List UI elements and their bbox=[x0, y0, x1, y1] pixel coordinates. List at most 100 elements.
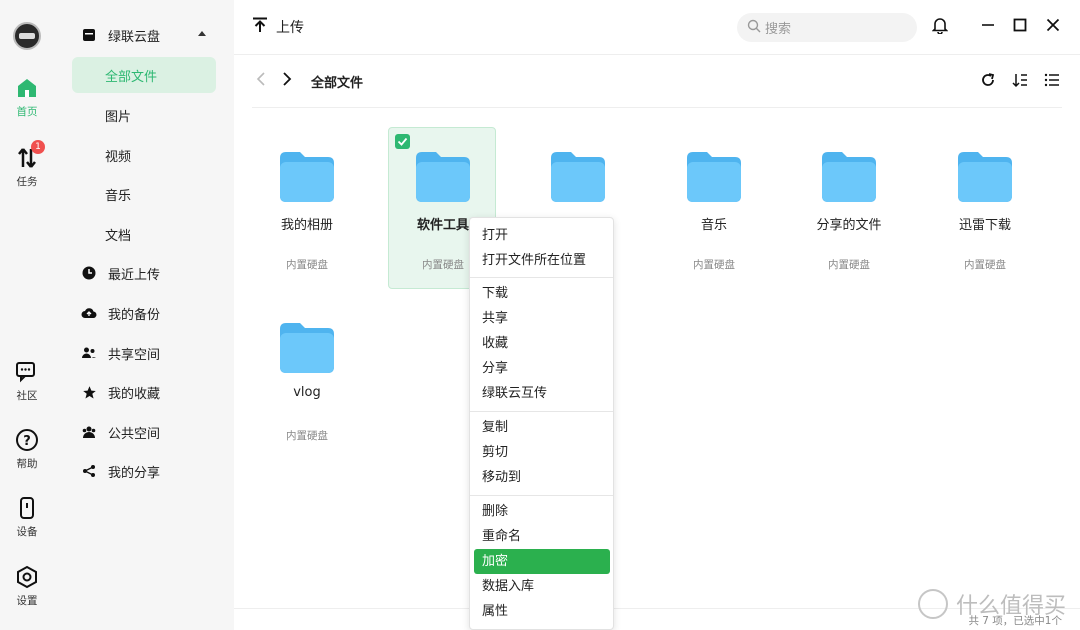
menu-item-encrypt[interactable]: 加密 bbox=[474, 549, 610, 574]
upload-icon bbox=[252, 17, 276, 37]
sidebar: 绿联云盘 全部文件 图片 视频 音乐 文档 最近上传 我的备份 共享空间 我的收… bbox=[54, 0, 234, 630]
file-name: 分享的文件 bbox=[816, 218, 882, 233]
menu-item-open-location[interactable]: 打开文件所在位置 bbox=[474, 248, 610, 273]
folder-icon bbox=[958, 152, 1012, 202]
menu-item-share-folder[interactable]: 共享 bbox=[474, 306, 610, 331]
file-name: 音乐 bbox=[700, 218, 727, 233]
rail-item-settings[interactable]: 设置 bbox=[0, 565, 54, 608]
file-location: 内置硬盘 bbox=[828, 259, 870, 271]
refresh-button[interactable] bbox=[978, 72, 998, 92]
sidebar-item-label: 我的收藏 bbox=[108, 386, 161, 402]
maximize-icon bbox=[1013, 18, 1027, 36]
rail-item-label: 任务 bbox=[16, 176, 38, 188]
sidebar-item-label: 公共空间 bbox=[108, 426, 161, 442]
sidebar-item-shared-space[interactable]: 共享空间 bbox=[72, 335, 216, 371]
list-icon bbox=[1044, 72, 1060, 92]
sidebar-item-label: 全部文件 bbox=[105, 69, 158, 85]
menu-item-properties[interactable]: 属性 bbox=[474, 599, 610, 624]
back-button[interactable] bbox=[252, 72, 270, 90]
forward-button[interactable] bbox=[278, 72, 296, 90]
sidebar-item-music[interactable]: 音乐 bbox=[72, 176, 216, 212]
sidebar-item-backup[interactable]: 我的备份 bbox=[72, 295, 216, 331]
rail-item-label: 社区 bbox=[16, 390, 38, 402]
collapse-caret-icon[interactable] bbox=[198, 31, 206, 36]
rail-item-community[interactable]: 社区 bbox=[0, 360, 54, 403]
sidebar-item-all-files[interactable]: 全部文件 bbox=[72, 57, 216, 93]
file-location: 内置硬盘 bbox=[286, 259, 328, 271]
sidebar-item-label: 视频 bbox=[105, 149, 132, 165]
menu-item-copy[interactable]: 复制 bbox=[474, 415, 610, 440]
sidebar-item-public-space[interactable]: 公共空间 bbox=[72, 414, 216, 450]
group-icon bbox=[80, 423, 98, 441]
settings-icon bbox=[15, 565, 39, 589]
folder-item[interactable]: 迅雷下载 内置硬盘 bbox=[931, 128, 1039, 290]
sidebar-item-videos[interactable]: 视频 bbox=[72, 137, 216, 173]
close-button[interactable] bbox=[1043, 17, 1063, 37]
menu-item-delete[interactable]: 删除 bbox=[474, 499, 610, 524]
menu-item-move[interactable]: 移动到 bbox=[474, 465, 610, 490]
rail-item-home[interactable]: 首页 bbox=[0, 76, 54, 119]
upload-label: 上传 bbox=[276, 20, 304, 36]
folder-item[interactable]: 分享的文件 内置硬盘 bbox=[795, 128, 903, 290]
folder-item[interactable]: 我的相册 内置硬盘 bbox=[253, 128, 361, 290]
chat-icon bbox=[15, 360, 39, 384]
file-location: 内置硬盘 bbox=[693, 259, 735, 271]
rail-item-help[interactable]: ? 帮助 bbox=[0, 428, 54, 471]
users-icon bbox=[80, 344, 98, 362]
help-icon: ? bbox=[15, 428, 39, 452]
folder-icon bbox=[822, 152, 876, 202]
sidebar-item-documents[interactable]: 文档 bbox=[72, 216, 216, 252]
close-icon bbox=[1046, 18, 1060, 36]
clock-icon bbox=[80, 264, 98, 282]
sidebar-item-pictures[interactable]: 图片 bbox=[72, 97, 216, 133]
file-name: vlog bbox=[293, 385, 321, 400]
folder-icon bbox=[551, 152, 605, 202]
refresh-icon bbox=[980, 72, 996, 92]
folder-item[interactable]: 音乐 内置硬盘 bbox=[660, 128, 768, 290]
folder-item[interactable]: vlog 内置硬盘 bbox=[253, 299, 361, 461]
folder-icon bbox=[687, 152, 741, 202]
menu-item-favorite[interactable]: 收藏 bbox=[474, 331, 610, 356]
rail-item-tasks[interactable]: 1 任务 bbox=[0, 140, 54, 189]
file-name: 迅雷下载 bbox=[958, 218, 1011, 233]
rail-item-device[interactable]: 设备 bbox=[0, 496, 54, 539]
device-icon bbox=[15, 496, 39, 520]
search-placeholder: 搜索 bbox=[765, 22, 792, 37]
breadcrumb-current[interactable]: 全部文件 bbox=[311, 72, 363, 91]
list-view-button[interactable] bbox=[1042, 72, 1062, 92]
menu-item-download[interactable]: 下载 bbox=[474, 281, 610, 306]
chevron-right-icon bbox=[282, 72, 292, 90]
menu-item-open[interactable]: 打开 bbox=[474, 223, 610, 248]
sidebar-item-label: 共享空间 bbox=[108, 347, 161, 363]
menu-item-share[interactable]: 分享 bbox=[474, 356, 610, 381]
chevron-left-icon bbox=[256, 72, 266, 90]
left-rail: 首页 1 任务 社区 ? 帮助 设备 设置 bbox=[0, 0, 54, 630]
maximize-button[interactable] bbox=[1010, 17, 1030, 37]
notifications-button[interactable] bbox=[930, 17, 950, 37]
menu-item-transfer[interactable]: 绿联云互传 bbox=[474, 381, 610, 406]
watermark: 什么值得买 bbox=[917, 588, 1066, 620]
checkbox-checked-icon[interactable] bbox=[395, 134, 410, 149]
menu-item-rename[interactable]: 重命名 bbox=[474, 524, 610, 549]
sidebar-item-label: 文档 bbox=[105, 228, 132, 244]
minimize-button[interactable] bbox=[978, 17, 998, 37]
sidebar-item-label: 我的备份 bbox=[108, 307, 161, 323]
rail-item-label: 设置 bbox=[16, 595, 38, 607]
search-input[interactable]: 搜索 bbox=[737, 13, 917, 42]
rail-item-label: 帮助 bbox=[16, 458, 38, 470]
file-location: 内置硬盘 bbox=[964, 259, 1006, 271]
menu-item-import-data[interactable]: 数据入库 bbox=[474, 574, 610, 599]
folder-icon bbox=[80, 26, 98, 44]
sidebar-item-label: 图片 bbox=[105, 109, 132, 125]
share-icon bbox=[80, 462, 98, 480]
sidebar-header-label: 绿联云盘 bbox=[108, 29, 161, 45]
sort-button[interactable] bbox=[1010, 72, 1030, 92]
sidebar-item-recent[interactable]: 最近上传 bbox=[72, 255, 216, 291]
menu-item-cut[interactable]: 剪切 bbox=[474, 440, 610, 465]
avatar[interactable] bbox=[13, 22, 41, 50]
upload-button[interactable]: 上传 bbox=[252, 17, 304, 37]
folder-icon bbox=[280, 152, 334, 202]
sidebar-item-favorites[interactable]: 我的收藏 bbox=[72, 374, 216, 410]
sidebar-item-my-shares[interactable]: 我的分享 bbox=[72, 453, 216, 489]
sidebar-item-cloud[interactable]: 绿联云盘 bbox=[72, 17, 216, 53]
